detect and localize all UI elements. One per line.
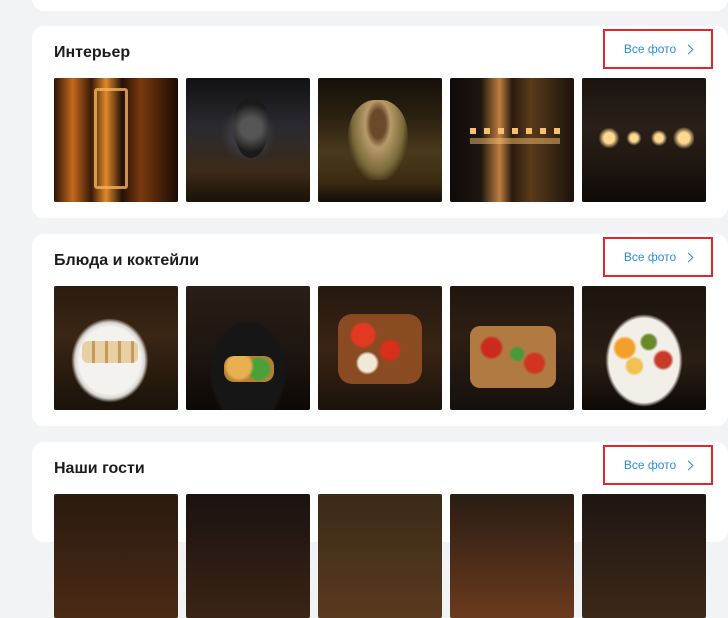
guest-photo-3[interactable] <box>318 494 442 618</box>
all-photos-label: Все фото <box>623 250 677 264</box>
dish-photo-1[interactable] <box>54 286 178 410</box>
photo-strip <box>54 286 706 410</box>
all-photos-link-guests[interactable]: Все фото <box>603 445 713 485</box>
guest-photo-5[interactable] <box>582 494 706 618</box>
guest-photo-1[interactable] <box>54 494 178 618</box>
all-photos-link-dishes[interactable]: Все фото <box>603 237 713 277</box>
interior-photo-3[interactable] <box>318 78 442 202</box>
section-dishes: Блюда и коктейли Все фото <box>32 234 728 426</box>
section-title: Интерьер <box>54 44 131 61</box>
interior-photo-5[interactable] <box>582 78 706 202</box>
section-guests: Наши гости Все фото <box>32 442 728 618</box>
dish-photo-5[interactable] <box>582 286 706 410</box>
section-interior: Интерьер Все фото <box>32 26 728 218</box>
interior-photo-4[interactable] <box>450 78 574 202</box>
dish-photo-3[interactable] <box>318 286 442 410</box>
interior-photo-1[interactable] <box>54 78 178 202</box>
chevron-right-icon <box>683 44 694 54</box>
dish-photo-4[interactable] <box>450 286 574 410</box>
all-photos-label: Все фото <box>623 42 677 56</box>
photo-strip <box>54 494 706 618</box>
chevron-right-icon <box>683 252 694 262</box>
all-photos-label: Все фото <box>623 458 677 472</box>
section-title: Наши гости <box>54 460 145 477</box>
section-title: Блюда и коктейли <box>54 252 200 269</box>
photo-strip <box>54 78 706 202</box>
dish-photo-2[interactable] <box>186 286 310 410</box>
previous-section-card <box>32 0 728 11</box>
all-photos-link-interior[interactable]: Все фото <box>603 29 713 69</box>
guest-photo-4[interactable] <box>450 494 574 618</box>
chevron-right-icon <box>683 460 694 470</box>
guest-photo-2[interactable] <box>186 494 310 618</box>
interior-photo-2[interactable] <box>186 78 310 202</box>
